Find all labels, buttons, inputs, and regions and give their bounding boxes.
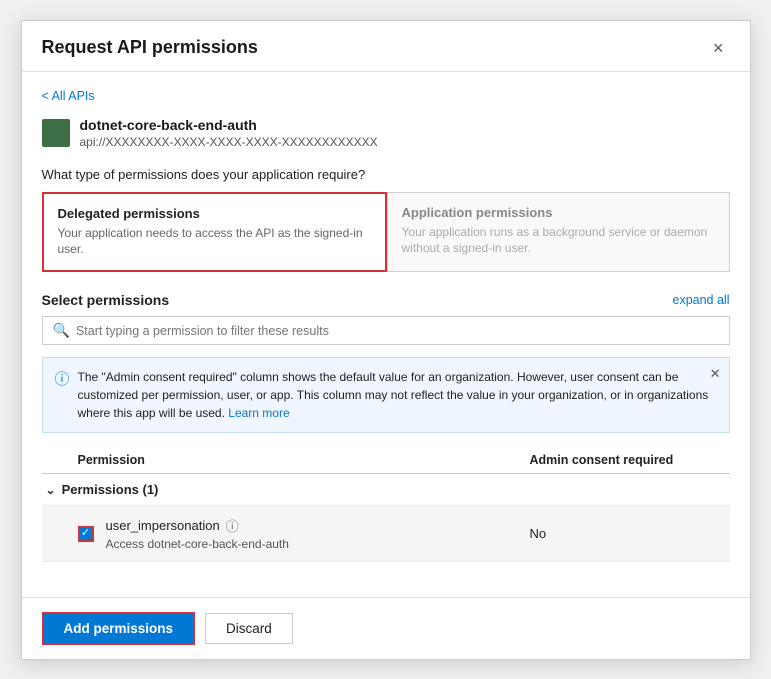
add-permissions-button[interactable]: Add permissions (42, 612, 196, 645)
table-row: ✓ user_impersonation ⓘ Access dotnet-cor… (42, 506, 730, 562)
all-apis-link[interactable]: < All APIs (42, 89, 95, 103)
chevron-down-icon: ⌄ (46, 483, 56, 497)
dialog-header: Request API permissions × (22, 21, 750, 72)
delegated-permissions-card[interactable]: Delegated permissions Your application n… (42, 192, 387, 273)
col-consent-header: Admin consent required (530, 453, 730, 467)
permission-name-row: user_impersonation ⓘ (106, 516, 530, 535)
info-icon: ⓘ (55, 369, 70, 392)
dialog-footer: Add permissions Discard (22, 597, 750, 659)
info-banner: ⓘ The "Admin consent required" column sh… (42, 357, 730, 433)
api-url: api://XXXXXXXX-XXXX-XXXX-XXXX-XXXXXXXXXX… (80, 135, 378, 149)
request-api-permissions-dialog: Request API permissions × < All APIs dot… (21, 20, 751, 660)
api-info: dotnet-core-back-end-auth api://XXXXXXXX… (42, 117, 730, 149)
table-header-row: Permission Admin consent required (42, 447, 730, 474)
info-banner-main-text: The "Admin consent required" column show… (78, 370, 709, 420)
info-banner-text: The "Admin consent required" column show… (78, 368, 717, 422)
permission-type-question: What type of permissions does your appli… (42, 167, 730, 182)
select-permissions-label: Select permissions (42, 292, 170, 308)
permission-type-row: Delegated permissions Your application n… (42, 192, 730, 273)
delegated-permissions-title: Delegated permissions (58, 206, 371, 221)
permissions-table: Permission Admin consent required ⌄ Perm… (42, 447, 730, 562)
discard-button[interactable]: Discard (205, 613, 293, 644)
api-name: dotnet-core-back-end-auth (80, 117, 378, 133)
application-permissions-desc: Your application runs as a background se… (402, 224, 715, 258)
dialog-body: < All APIs dotnet-core-back-end-auth api… (22, 72, 750, 597)
user-impersonation-checkbox[interactable]: ✓ (78, 526, 94, 542)
info-banner-close-button[interactable]: ✕ (710, 366, 721, 382)
permission-checkbox-area: ✓ (78, 526, 106, 542)
application-permissions-title: Application permissions (402, 205, 715, 220)
permissions-search-box: 🔍 (42, 316, 730, 345)
search-icon: 🔍 (53, 322, 70, 339)
permissions-search-input[interactable] (76, 324, 719, 338)
close-button[interactable]: × (707, 37, 730, 59)
application-permissions-card[interactable]: Application permissions Your application… (387, 192, 730, 273)
learn-more-link[interactable]: Learn more (228, 406, 289, 420)
col-permission-header: Permission (78, 453, 530, 467)
api-details: dotnet-core-back-end-auth api://XXXXXXXX… (80, 117, 378, 149)
permissions-group-row[interactable]: ⌄ Permissions (1) (42, 474, 730, 506)
permissions-group-label: Permissions (1) (62, 482, 159, 497)
admin-consent-value: No (530, 526, 730, 541)
permission-info-icon[interactable]: ⓘ (226, 516, 239, 535)
delegated-permissions-desc: Your application needs to access the API… (58, 225, 371, 259)
back-link[interactable]: < All APIs (42, 88, 730, 117)
permission-info: user_impersonation ⓘ Access dotnet-core-… (106, 516, 530, 551)
permission-name: user_impersonation (106, 518, 220, 533)
dialog-title: Request API permissions (42, 37, 258, 58)
checkmark-icon: ✓ (81, 528, 90, 539)
permission-description: Access dotnet-core-back-end-auth (106, 537, 530, 551)
expand-all-link[interactable]: expand all (673, 293, 730, 307)
api-icon (42, 119, 70, 147)
select-permissions-header: Select permissions expand all (42, 292, 730, 308)
